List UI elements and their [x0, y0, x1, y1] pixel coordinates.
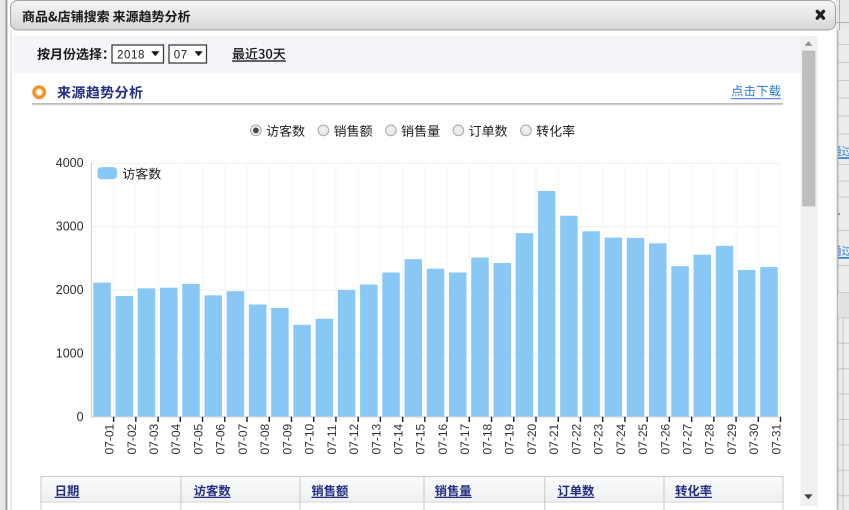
svg-text:07-27: 07-27 — [680, 423, 694, 454]
svg-text:07-10: 07-10 — [303, 423, 317, 454]
svg-text:07-01: 07-01 — [103, 423, 117, 454]
svg-text:07: 07 — [174, 49, 188, 61]
svg-text:07-31: 07-31 — [769, 423, 783, 454]
svg-text:07-26: 07-26 — [658, 423, 672, 454]
svg-text:07-21: 07-21 — [547, 423, 561, 454]
svg-text:1000: 1000 — [56, 346, 84, 360]
svg-text:07-20: 07-20 — [525, 423, 539, 454]
svg-text:2000: 2000 — [56, 283, 84, 297]
svg-text:07-15: 07-15 — [414, 423, 428, 454]
svg-text:07-28: 07-28 — [703, 423, 717, 454]
svg-text:07-13: 07-13 — [369, 423, 383, 454]
svg-text:07-07: 07-07 — [236, 423, 250, 454]
svg-text:07-16: 07-16 — [436, 423, 450, 454]
svg-text:07-25: 07-25 — [636, 423, 650, 454]
svg-text:07-05: 07-05 — [191, 423, 205, 454]
svg-text:07-08: 07-08 — [258, 423, 272, 454]
svg-text:0: 0 — [77, 410, 84, 424]
svg-text:07-12: 07-12 — [347, 423, 361, 454]
svg-text:07-29: 07-29 — [725, 423, 739, 454]
svg-text:07-14: 07-14 — [392, 423, 406, 454]
svg-text:07-04: 07-04 — [169, 423, 183, 454]
svg-text:3000: 3000 — [56, 220, 84, 234]
svg-text:07-03: 07-03 — [147, 423, 161, 454]
svg-text:07-17: 07-17 — [458, 423, 472, 454]
svg-text:07-24: 07-24 — [614, 423, 628, 454]
svg-text:4000: 4000 — [56, 156, 84, 170]
svg-text:07-11: 07-11 — [325, 424, 339, 454]
svg-text:2018: 2018 — [117, 49, 145, 61]
svg-text:07-09: 07-09 — [280, 423, 294, 454]
svg-text:07-23: 07-23 — [592, 423, 606, 454]
svg-text:07-18: 07-18 — [480, 423, 494, 454]
svg-text:07-22: 07-22 — [569, 423, 583, 454]
svg-text:07-30: 07-30 — [747, 423, 761, 454]
svg-text:07-19: 07-19 — [503, 423, 517, 454]
svg-text:07-02: 07-02 — [125, 423, 139, 454]
svg-text:07-06: 07-06 — [214, 423, 228, 454]
